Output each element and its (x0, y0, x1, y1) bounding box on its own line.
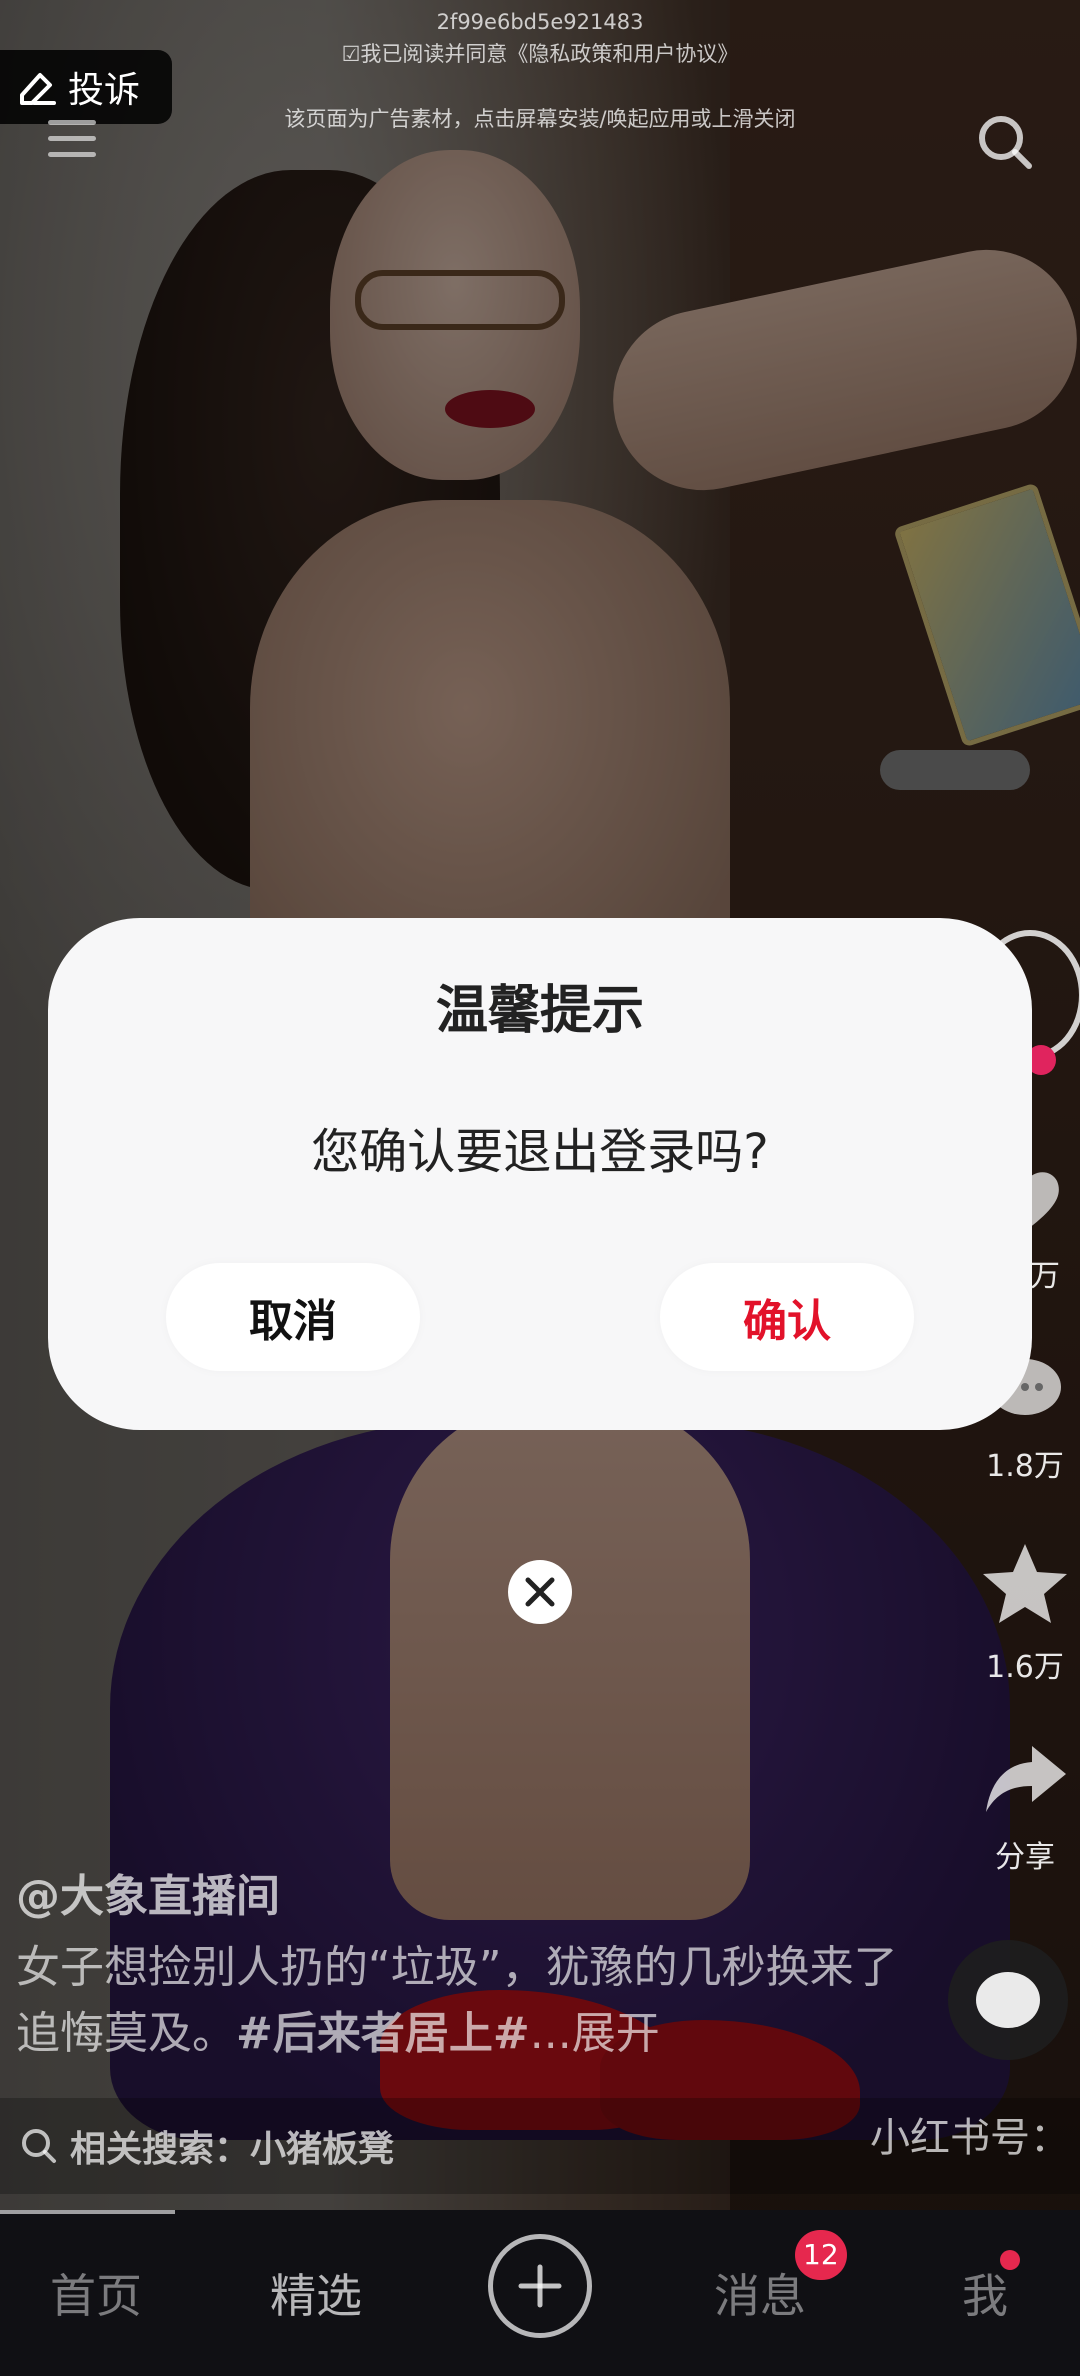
nav-featured[interactable]: 精选 (270, 2260, 362, 2326)
dialog-title: 温馨提示 (435, 981, 644, 1041)
share-label: 分享 (995, 1840, 1055, 1875)
search-icon[interactable] (975, 112, 1035, 172)
bottom-nav: 首页 精选 消息 我 (0, 2210, 1080, 2376)
nav-me[interactable]: 我 (962, 2260, 1008, 2326)
share-button[interactable]: 分享 (970, 1740, 1080, 1876)
post-caption[interactable]: 女子想捡别人扔的“垃圾”，犹豫的几秒换来了追悔莫及。#后来者居上#...展开 (16, 1935, 916, 2067)
logout-dialog: 温馨提示 您确认要退出登录吗? 取消 确认 (48, 918, 1032, 1430)
comment-count: 1.8万 (986, 1449, 1064, 1484)
caption-expand[interactable]: ...展开 (530, 2008, 660, 2059)
complain-label: 投诉 (68, 70, 141, 111)
plus-icon (518, 2264, 562, 2308)
create-button[interactable] (488, 2234, 592, 2338)
nav-active-indicator (0, 2210, 175, 2214)
favorite-count: 1.6万 (986, 1650, 1064, 1685)
author-name[interactable]: @大象直播间 (16, 1860, 280, 1924)
dialog-message: 您确认要退出登录吗? (311, 1124, 769, 1180)
favorite-button[interactable]: 1.6万 (970, 1540, 1080, 1686)
nav-messages[interactable]: 消息 (714, 2260, 806, 2326)
cancel-button[interactable]: 取消 (166, 1263, 420, 1371)
close-icon (525, 1577, 555, 1607)
me-notification-dot (1000, 2250, 1020, 2270)
message-badge: 12 (795, 2230, 847, 2280)
related-search-label: 相关搜索：小猪板凳 (70, 2129, 395, 2170)
share-icon (986, 1746, 1066, 1812)
edit-icon (20, 73, 56, 105)
xiaohongshu-id: 小红书号： (870, 2115, 1070, 2161)
complain-button[interactable]: 投诉 (0, 50, 172, 124)
star-icon (983, 1544, 1067, 1623)
close-ad-button[interactable] (508, 1560, 572, 1624)
confirm-button[interactable]: 确认 (660, 1263, 914, 1371)
nav-home[interactable]: 首页 (50, 2260, 142, 2326)
caption-hashtag[interactable]: #后来者居上# (236, 2008, 530, 2059)
menu-icon[interactable] (48, 120, 96, 162)
music-disc[interactable] (948, 1940, 1068, 2060)
ad-id-text: 2f99e6bd5e921483 (436, 10, 644, 34)
search-icon (22, 2129, 56, 2163)
